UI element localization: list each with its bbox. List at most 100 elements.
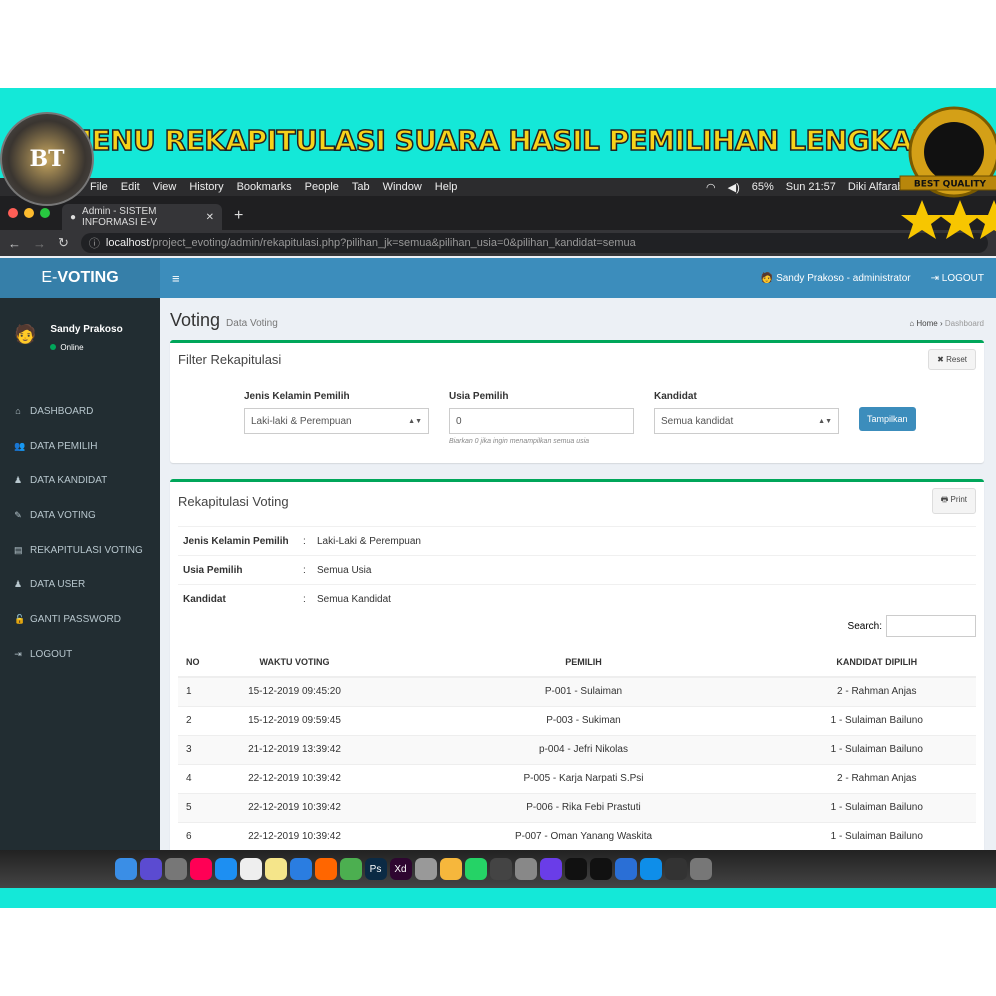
dock-whatsapp-icon[interactable] [464,858,487,880]
table-row: 6 22-12-2019 10:39:42 P-007 - Oman Yanang … [178,821,976,851]
desktop-screen: File Edit View History Bookmarks People … [0,178,996,888]
table-cell: 3 [178,734,200,764]
sidebar-item-logout[interactable]: ⇥ LOGOUT [0,637,160,672]
dock-settings-icon[interactable] [514,858,537,880]
sidebar-item-dashboard[interactable]: ⌂ DASHBOARD [0,394,160,429]
info-icon: ⓘ [88,238,100,250]
voting-table: NO WAKTU VOTING PEMILIH KANDIDAT DIPILIH 1 15… [178,647,976,851]
user-icon: ♟ [14,579,23,590]
dock-xd-icon[interactable]: Xd [389,858,412,880]
usia-help: Biarkan 0 jika ingin menampilkan semua u… [449,438,590,445]
sidebar-item-rekapitulasi-voting[interactable]: ▤ REKAPITULASI VOTING [0,533,160,568]
menu-people[interactable]: People [305,181,339,193]
wifi-icon[interactable]: ◠ [706,181,716,194]
pencil-icon: ✎ [14,509,22,520]
sidebar-item-label: REKAPITULASI VOTING [30,544,143,556]
breadcrumb-home[interactable]: Home [916,319,937,328]
back-icon[interactable]: ← [8,236,21,251]
new-tab-icon[interactable]: + [234,207,243,225]
dock-reminders-icon[interactable] [239,858,262,880]
menu-view[interactable]: View [153,181,177,193]
volume-icon[interactable]: ◀) [728,181,740,194]
table-cell: 5 [178,792,200,822]
sign-out-icon: ⇥ [14,648,22,659]
dock-music-icon[interactable] [189,858,212,880]
tab-title: Admin - SISTEM INFORMASI E-V [82,206,158,228]
reload-icon[interactable]: ↻ [58,235,69,251]
menu-history[interactable]: History [189,181,223,193]
kandidat-select[interactable]: Semua kandidat ▲▼ [654,408,839,434]
battery-level[interactable]: 65% [752,181,774,194]
menu-file[interactable]: File [90,181,108,193]
table-cell: P-006 - Rika Febi Prastuti [389,792,778,822]
table-cell: 4 [178,763,200,793]
menu-edit[interactable]: Edit [121,181,140,193]
file-icon: ▤ [14,544,23,555]
menu-tab[interactable]: Tab [352,181,370,193]
sidebar-item-data-user[interactable]: ♟ DATA USER [0,567,160,602]
dock-finder-icon[interactable] [114,858,137,880]
banner-title: MENU REKAPITULASI SUARA HASIL PEMILIHAN … [63,123,933,158]
sidebar-item-data-pemilih[interactable]: 👥 DATA PEMILIH [0,429,160,464]
mac-menubar: File Edit View History Bookmarks People … [0,178,996,196]
dock-chrome-icon[interactable] [339,858,362,880]
dock-sketch-icon[interactable] [439,858,462,880]
print-button[interactable]: 🖶 Print [931,488,976,514]
dock-trash-icon[interactable] [689,858,712,880]
dock-app-store-icon[interactable] [214,858,237,880]
url-input[interactable]: ⓘ localhost/project_evoting/admin/rekapit… [80,233,988,253]
dock-firefox-icon[interactable] [314,858,337,880]
menu-bookmarks[interactable]: Bookmarks [237,181,292,193]
table-row: 5 22-12-2019 10:39:42 P-006 - Rika Febi Pr… [178,792,976,822]
app-logo[interactable]: E- VOTING [0,258,160,298]
info-key: Kandidat [183,593,226,605]
dock-teamviewer-icon[interactable] [639,858,662,880]
column-header[interactable]: KANDIDAT DIPILIH [777,647,976,678]
dock-safari-icon[interactable] [289,858,312,880]
sidebar-item-data-kandidat[interactable]: ♟ DATA KANDIDAT [0,463,160,498]
users-icon: 👥 [14,440,26,451]
dock-notes-icon[interactable] [264,858,287,880]
tampilkan-button[interactable]: Tampilkan [859,407,916,431]
dock-sequel-icon[interactable] [414,858,437,880]
menu-window[interactable]: Window [383,181,422,193]
jk-select[interactable]: Laki-laki & Perempuan ▲▼ [244,408,429,434]
table-cell: 2 [178,705,200,735]
select-arrows-icon: ▲▼ [408,417,422,425]
column-header[interactable]: PEMILIH [389,647,778,678]
dock-imovie-icon[interactable] [539,858,562,880]
sidebar-item-ganti-password[interactable]: 🔓 GANTI PASSWORD [0,602,160,637]
dock-browser-icon[interactable] [614,858,637,880]
clock[interactable]: Sun 21:57 [786,181,836,194]
main-content: Voting Data Voting ⌂ Home › Dashboard Fil… [160,298,996,888]
logout-button[interactable]: ⇥ LOGOUT [931,273,984,284]
browser-tab[interactable]: ● Admin - SISTEM INFORMASI E-V ✕ [62,204,222,230]
usia-input[interactable]: 0 [449,408,634,434]
dock-terminal2-icon[interactable] [589,858,612,880]
column-header[interactable]: NO [178,647,200,678]
column-header[interactable]: WAKTU VOTING [199,647,390,678]
menu-help[interactable]: Help [435,181,458,193]
sidebar-item-label: DATA VOTING [30,509,96,521]
badge-text: BEST QUALITY [914,180,987,190]
dock-sublime-icon[interactable] [489,858,512,880]
close-window-icon[interactable] [8,208,18,218]
minimize-window-icon[interactable] [24,208,34,218]
dock-photoshop-icon[interactable]: Ps [364,858,387,880]
dock-launchpad-icon[interactable] [164,858,187,880]
menu-toggle-icon[interactable]: ≡ [172,271,180,286]
dock-preview-icon[interactable] [664,858,687,880]
forward-icon[interactable]: → [33,236,46,251]
url-host: localhost [105,237,150,249]
dock-siri-icon[interactable] [139,858,162,880]
close-tab-icon[interactable]: ✕ [206,212,214,223]
reset-button[interactable]: ✖ Reset [928,348,976,370]
dock-terminal-icon[interactable] [564,858,587,880]
header-user[interactable]: 🧑 Sandy Prakoso - administrator [761,273,911,284]
zoom-window-icon[interactable] [40,208,50,218]
table-cell: P-003 - Sukiman [389,705,778,735]
info-key: Usia Pemilih [183,564,243,576]
sidebar-item-data-voting[interactable]: ✎ DATA VOTING [0,498,160,533]
table-cell: P-007 - Oman Yanang Waskita [389,821,778,851]
search-input[interactable] [886,615,976,637]
